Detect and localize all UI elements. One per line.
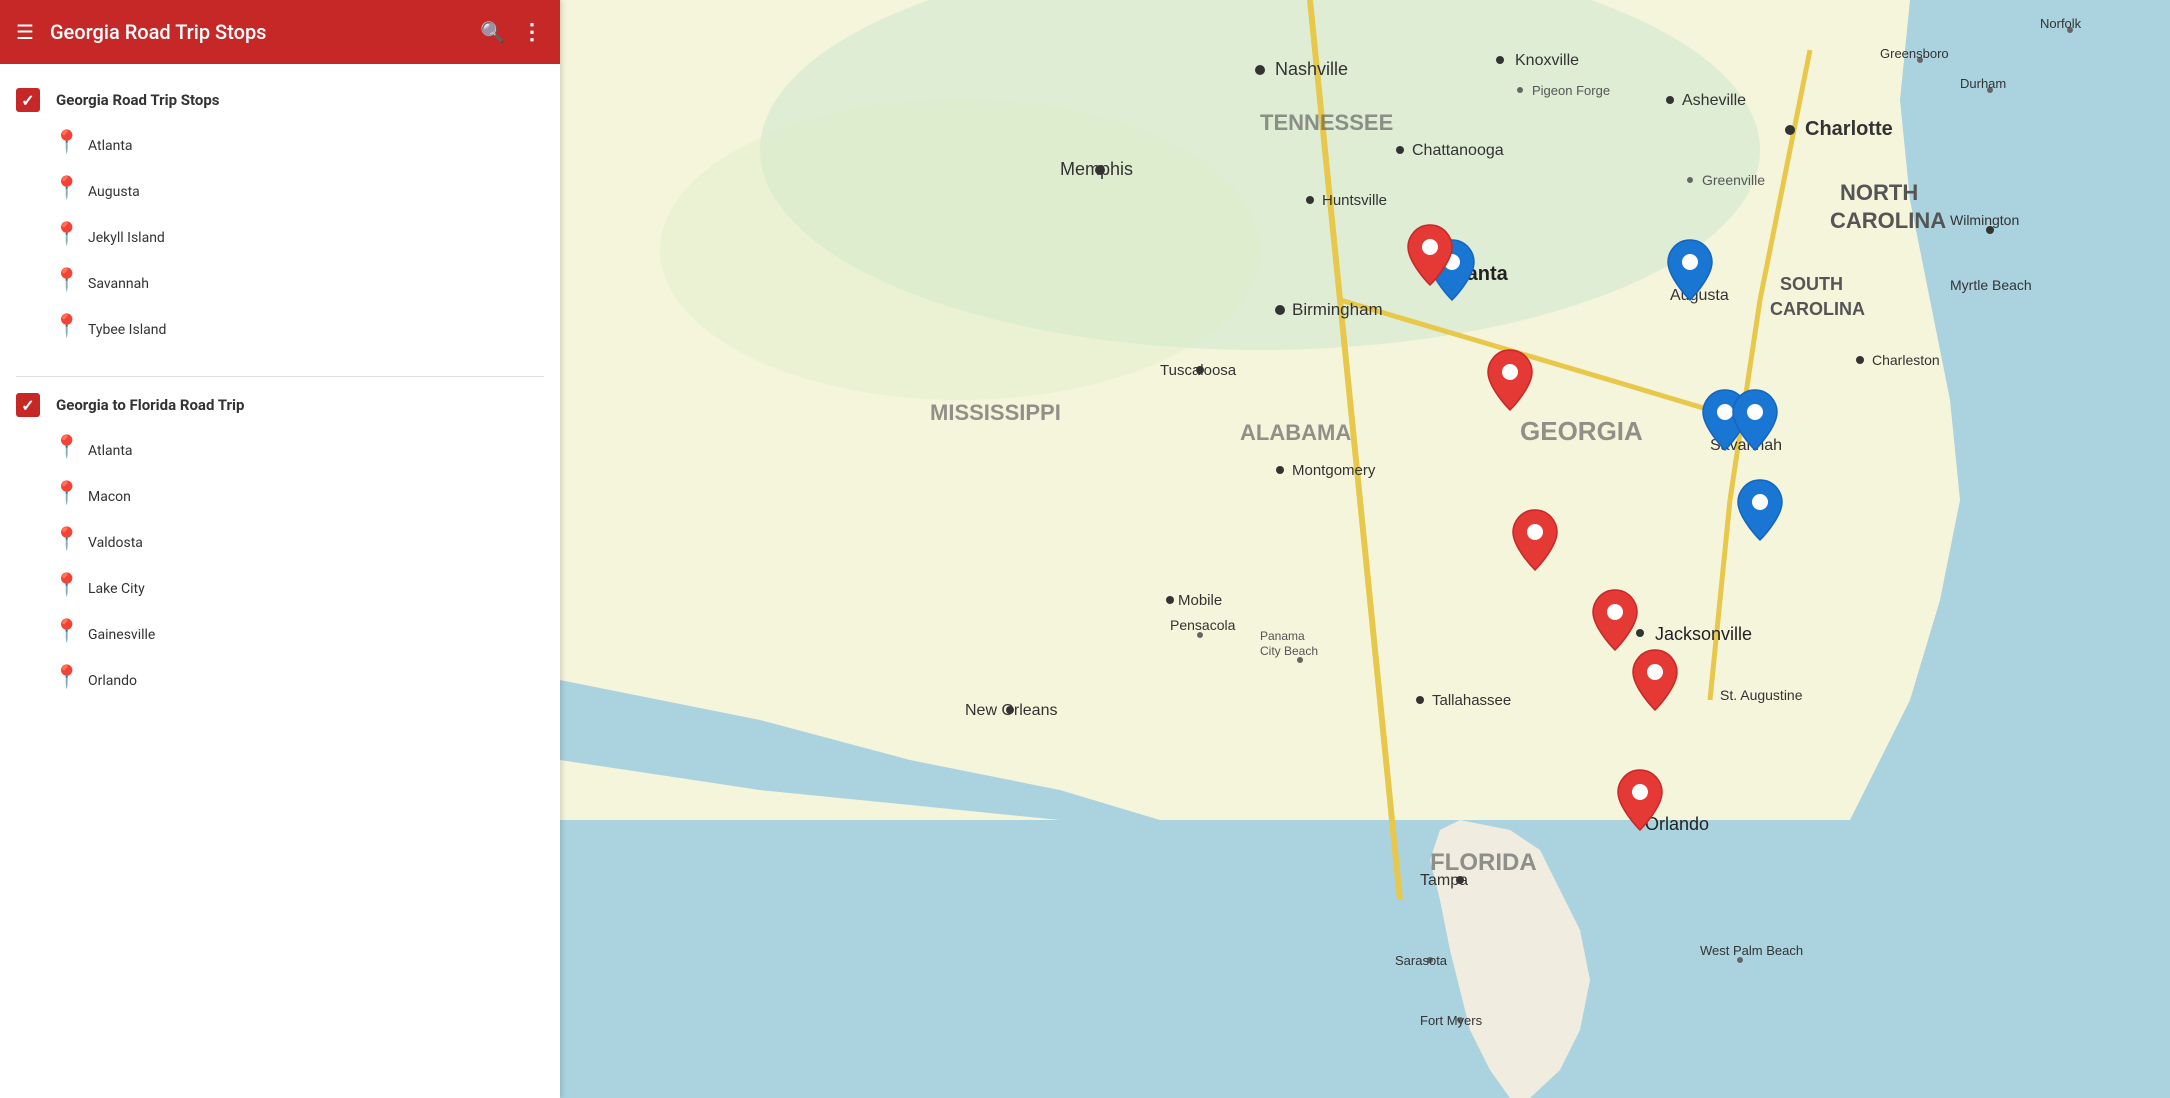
list-item[interactable]: 📍 Savannah	[56, 262, 560, 306]
list-item[interactable]: 📍 Atlanta	[56, 429, 560, 473]
svg-text:Birmingham: Birmingham	[1292, 300, 1383, 319]
svg-text:Greenville: Greenville	[1702, 172, 1765, 188]
svg-text:CAROLINA: CAROLINA	[1830, 208, 1946, 233]
pin-icon-macon: 📍	[56, 483, 78, 511]
svg-text:Wilmington: Wilmington	[1950, 212, 2019, 228]
location-name: Lake City	[88, 581, 145, 597]
svg-text:Jacksonville: Jacksonville	[1655, 624, 1752, 644]
svg-text:SOUTH: SOUTH	[1780, 274, 1843, 294]
map-background: Nashville Knoxville Pigeon Forge Ashevil…	[560, 0, 2170, 1098]
location-name: Atlanta	[88, 138, 133, 154]
layer-header-1[interactable]: ✓ Georgia Road Trip Stops	[0, 80, 560, 120]
check-icon-1: ✓	[21, 91, 34, 110]
svg-text:NORTH: NORTH	[1840, 180, 1918, 205]
layer-group-2: ✓ Georgia to Florida Road Trip 📍 Atlanta…	[0, 385, 560, 719]
location-name: Augusta	[88, 184, 140, 200]
divider	[16, 376, 544, 377]
svg-text:MISSISSIPPI: MISSISSIPPI	[930, 400, 1061, 425]
svg-text:Asheville: Asheville	[1682, 92, 1746, 109]
svg-text:CAROLINA: CAROLINA	[1770, 299, 1865, 319]
layer-header-2[interactable]: ✓ Georgia to Florida Road Trip	[0, 385, 560, 425]
location-name: Valdosta	[88, 535, 143, 551]
svg-text:Panama: Panama	[1260, 629, 1305, 643]
svg-text:Pensacola: Pensacola	[1170, 617, 1236, 633]
check-icon-2: ✓	[21, 396, 34, 415]
svg-text:Myrtle Beach: Myrtle Beach	[1950, 277, 2032, 293]
svg-text:TENNESSEE: TENNESSEE	[1260, 110, 1393, 135]
svg-text:City Beach: City Beach	[1260, 644, 1318, 658]
list-item[interactable]: 📍 Tybee Island	[56, 308, 560, 352]
svg-text:Montgomery: Montgomery	[1292, 462, 1376, 479]
app-header: ☰ Georgia Road Trip Stops 🔍 ⋮	[0, 0, 560, 64]
list-item[interactable]: 📍 Macon	[56, 475, 560, 519]
location-name: Savannah	[88, 276, 149, 292]
layer-title-1: Georgia Road Trip Stops	[56, 91, 219, 109]
svg-text:Tallahassee: Tallahassee	[1432, 692, 1511, 709]
svg-text:New Orleans: New Orleans	[965, 702, 1057, 719]
list-item[interactable]: 📍 Lake City	[56, 567, 560, 611]
layer-title-2: Georgia to Florida Road Trip	[56, 396, 244, 414]
pin-icon-savannah: 📍	[56, 270, 78, 298]
svg-text:Tampa: Tampa	[1420, 872, 1468, 889]
svg-text:Tuscaloosa: Tuscaloosa	[1160, 362, 1237, 379]
location-name: Macon	[88, 489, 131, 505]
pin-icon-augusta: 📍	[56, 178, 78, 206]
svg-text:West Palm Beach: West Palm Beach	[1700, 943, 1803, 958]
svg-text:Charlotte: Charlotte	[1805, 118, 1893, 140]
svg-text:Sarasota: Sarasota	[1395, 953, 1448, 968]
pin-icon-orlando: 📍	[56, 667, 78, 695]
svg-text:Fort Myers: Fort Myers	[1420, 1013, 1483, 1028]
svg-text:Chattanooga: Chattanooga	[1412, 142, 1504, 159]
svg-text:St. Augustine: St. Augustine	[1720, 687, 1803, 703]
list-item[interactable]: 📍 Atlanta	[56, 124, 560, 168]
search-icon[interactable]: 🔍	[480, 20, 505, 44]
pin-icon-lakecity: 📍	[56, 575, 78, 603]
location-name: Gainesville	[88, 627, 155, 643]
pin-icon-atlanta: 📍	[56, 132, 78, 160]
svg-text:ALABAMA: ALABAMA	[1240, 420, 1351, 445]
svg-text:Greensboro: Greensboro	[1880, 46, 1949, 61]
list-item[interactable]: 📍 Jekyll Island	[56, 216, 560, 260]
pin-icon-valdosta: 📍	[56, 529, 78, 557]
main-layout: ☰ Georgia Road Trip Stops 🔍 ⋮ ✓ Georgia …	[0, 0, 2170, 1098]
layer-checkbox-1[interactable]: ✓	[16, 88, 40, 112]
location-name: Tybee Island	[88, 322, 166, 338]
svg-text:Memphis: Memphis	[1060, 159, 1133, 179]
svg-text:Orlando: Orlando	[1645, 814, 1709, 834]
pin-icon-gainesville: 📍	[56, 621, 78, 649]
list-item[interactable]: 📍 Valdosta	[56, 521, 560, 565]
pin-icon-atlanta-red: 📍	[56, 437, 78, 465]
location-list-2: 📍 Atlanta 📍 Macon 📍 Valdosta 📍 Lake City	[0, 425, 560, 711]
svg-text:Mobile: Mobile	[1178, 592, 1222, 609]
app-title: Georgia Road Trip Stops	[50, 20, 464, 44]
svg-text:Norfolk: Norfolk	[2040, 16, 2082, 31]
pin-icon-jekyll: 📍	[56, 224, 78, 252]
list-item[interactable]: 📍 Gainesville	[56, 613, 560, 657]
layer-checkbox-2[interactable]: ✓	[16, 393, 40, 417]
svg-text:Durham: Durham	[1960, 76, 2006, 91]
location-name: Jekyll Island	[88, 230, 165, 246]
menu-icon[interactable]: ☰	[16, 20, 34, 44]
pin-icon-tybee: 📍	[56, 316, 78, 344]
svg-text:Knoxville: Knoxville	[1515, 52, 1579, 69]
svg-text:Huntsville: Huntsville	[1322, 192, 1387, 209]
location-list-1: 📍 Atlanta 📍 Augusta 📍 Jekyll Island 📍 Sa…	[0, 120, 560, 360]
sidebar: ✓ Georgia Road Trip Stops 📍 Atlanta 📍 Au…	[0, 0, 560, 1098]
list-item[interactable]: 📍 Augusta	[56, 170, 560, 214]
location-name: Orlando	[88, 673, 137, 689]
map-container[interactable]: Nashville Knoxville Pigeon Forge Ashevil…	[560, 0, 2170, 1098]
svg-text:Charleston: Charleston	[1872, 352, 1940, 368]
layer-group-1: ✓ Georgia Road Trip Stops 📍 Atlanta 📍 Au…	[0, 80, 560, 368]
list-item[interactable]: 📍 Orlando	[56, 659, 560, 703]
more-options-icon[interactable]: ⋮	[521, 20, 544, 45]
svg-text:Nashville: Nashville	[1275, 59, 1348, 79]
location-name: Atlanta	[88, 443, 133, 459]
svg-text:Pigeon Forge: Pigeon Forge	[1532, 83, 1610, 98]
svg-text:GEORGIA: GEORGIA	[1520, 416, 1643, 446]
